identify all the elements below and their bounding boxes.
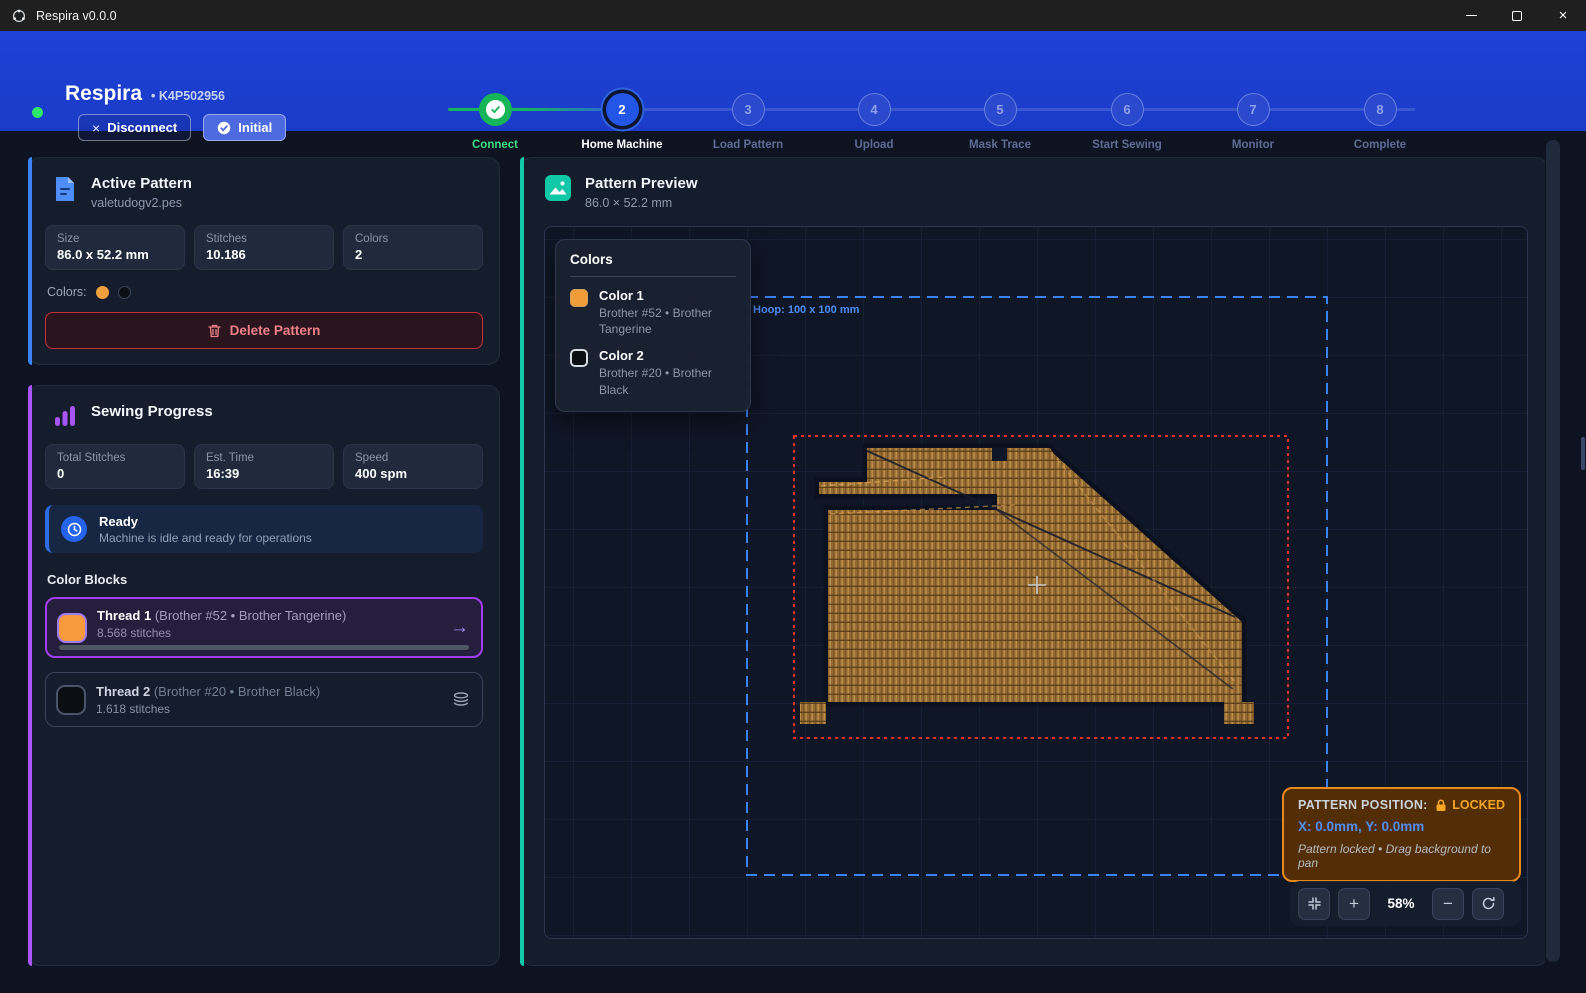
hoop-label: Hoop: 100 x 100 mm	[753, 304, 860, 316]
step-circle: 2	[606, 93, 639, 126]
image-icon	[545, 175, 571, 201]
document-icon	[53, 175, 77, 203]
disconnect-button[interactable]: × Disconnect	[78, 114, 191, 141]
stat-total-stitches: Total Stitches 0	[45, 444, 185, 489]
color-swatch-black	[118, 286, 131, 299]
app-name: Respira	[65, 82, 142, 106]
thread-stitch-count: 1.618 stitches	[96, 702, 320, 716]
legend-color-2: Color 2 Brother #20 • Brother Black	[570, 348, 736, 397]
pattern-preview-card: Pattern Preview 86.0 × 52.2 mm	[520, 157, 1548, 966]
sewing-progress-card: Sewing Progress Total Stitches 0 Est. Ti…	[28, 385, 500, 966]
stat-est-time: Est. Time 16:39	[194, 444, 334, 489]
pattern-filename: valetudogv2.pes	[91, 196, 192, 210]
thread-1-row[interactable]: Thread 1 (Brother #52 • Brother Tangerin…	[45, 597, 483, 658]
stat-size: Size 86.0 x 52.2 mm	[45, 225, 185, 270]
stat-stitches: Stitches 10.186	[194, 225, 334, 270]
step-complete[interactable]: 8 Complete	[1325, 93, 1435, 151]
trash-icon	[208, 324, 221, 338]
pattern-position-overlay: PATTERN POSITION: LOCKED X: 0.0mm, Y: 0.…	[1282, 787, 1521, 882]
zoom-level: 58%	[1378, 896, 1424, 911]
step-circle: 6	[1111, 93, 1144, 126]
app-logo-icon	[11, 8, 27, 24]
arrow-right-icon: →	[450, 617, 469, 639]
legend-swatch	[570, 349, 588, 367]
colors-legend-panel: Colors Color 1 Brother #52 • Brother Tan…	[555, 239, 751, 412]
clock-icon	[61, 516, 87, 542]
color-blocks-label: Color Blocks	[47, 572, 483, 587]
connection-status-dot	[32, 107, 43, 118]
pattern-dimensions: 86.0 × 52.2 mm	[585, 196, 698, 210]
titlebar: Respira v0.0.0 ×	[0, 0, 1586, 31]
maximize-button[interactable]	[1494, 0, 1540, 31]
delete-pattern-button[interactable]: Delete Pattern	[45, 312, 483, 349]
step-circle	[479, 93, 512, 126]
check-icon	[490, 104, 501, 115]
zoom-in-button[interactable]: +	[1338, 888, 1370, 920]
step-circle: 7	[1237, 93, 1270, 126]
colors-label: Colors:	[47, 285, 87, 299]
stat-speed: Speed 400 spm	[343, 444, 483, 489]
lock-icon	[1435, 799, 1447, 812]
reset-view-button[interactable]	[1472, 888, 1504, 920]
thread-stitch-count: 8.568 stitches	[97, 626, 346, 640]
card-accent	[520, 157, 524, 966]
status-title: Ready	[99, 514, 312, 529]
zoom-out-button[interactable]: −	[1432, 888, 1464, 920]
step-monitor[interactable]: 7 Monitor	[1198, 93, 1308, 151]
check-circle-icon	[217, 121, 231, 135]
scrollbar[interactable]	[1545, 140, 1561, 962]
preview-canvas[interactable]: Hoop: 100 x 100 mm	[544, 226, 1528, 939]
color-swatch-orange	[96, 286, 109, 299]
card-title: Pattern Preview	[585, 175, 698, 192]
step-load-pattern[interactable]: 3 Load Pattern	[693, 93, 803, 151]
step-mask-trace[interactable]: 5 Mask Trace	[945, 93, 1055, 151]
step-circle: 8	[1364, 93, 1397, 126]
status-text: Machine is idle and ready for operations	[99, 531, 312, 545]
minimize-button[interactable]	[1448, 0, 1494, 31]
step-circle: 4	[858, 93, 891, 126]
stack-icon	[452, 692, 470, 708]
thread-swatch	[58, 687, 84, 713]
position-coords: X: 0.0mm, Y: 0.0mm	[1298, 819, 1505, 834]
scrollbar-thumb[interactable]	[1546, 140, 1560, 962]
card-accent	[28, 157, 32, 365]
step-home-machine[interactable]: 2 Home Machine	[567, 93, 677, 151]
zoom-controls: + 58% −	[1290, 881, 1521, 926]
close-button[interactable]: ×	[1540, 0, 1586, 31]
step-start-sewing[interactable]: 6 Start Sewing	[1072, 93, 1182, 151]
legend-swatch	[570, 289, 588, 307]
initial-button[interactable]: Initial	[203, 114, 286, 141]
card-title: Sewing Progress	[91, 403, 213, 420]
close-x-icon: ×	[92, 120, 100, 136]
thread-swatch	[59, 615, 85, 641]
thread-progress-bar	[59, 645, 469, 650]
step-circle: 3	[732, 93, 765, 126]
app-header: Respira • K4P502956 × Disconnect Initial…	[0, 31, 1586, 131]
card-accent	[28, 385, 32, 966]
position-hint: Pattern locked • Drag background to pan	[1298, 842, 1505, 870]
stat-colors: Colors 2	[343, 225, 483, 270]
thread-2-row[interactable]: Thread 2 (Brother #20 • Brother Black) 1…	[45, 672, 483, 727]
window-title: Respira v0.0.0	[36, 9, 117, 23]
step-circle: 5	[984, 93, 1017, 126]
machine-serial: • K4P502956	[151, 89, 225, 103]
bar-chart-icon	[53, 403, 77, 429]
colors-legend-title: Colors	[570, 252, 736, 267]
step-connect[interactable]: Connect	[440, 93, 550, 151]
legend-color-1: Color 1 Brother #52 • Brother Tangerine	[570, 288, 736, 337]
fit-to-view-button[interactable]	[1298, 888, 1330, 920]
mini-scrollbar-thumb[interactable]	[1581, 437, 1585, 470]
machine-status-banner: Ready Machine is idle and ready for oper…	[45, 505, 483, 553]
step-upload[interactable]: 4 Upload	[819, 93, 929, 151]
position-label: PATTERN POSITION:	[1298, 798, 1428, 812]
locked-badge: LOCKED	[1452, 798, 1505, 812]
active-pattern-card: Active Pattern valetudogv2.pes Size 86.0…	[28, 157, 500, 365]
card-title: Active Pattern	[91, 175, 192, 192]
workflow-stepper: Connect 2 Home Machine 3 Load Pattern 4 …	[448, 62, 1420, 162]
